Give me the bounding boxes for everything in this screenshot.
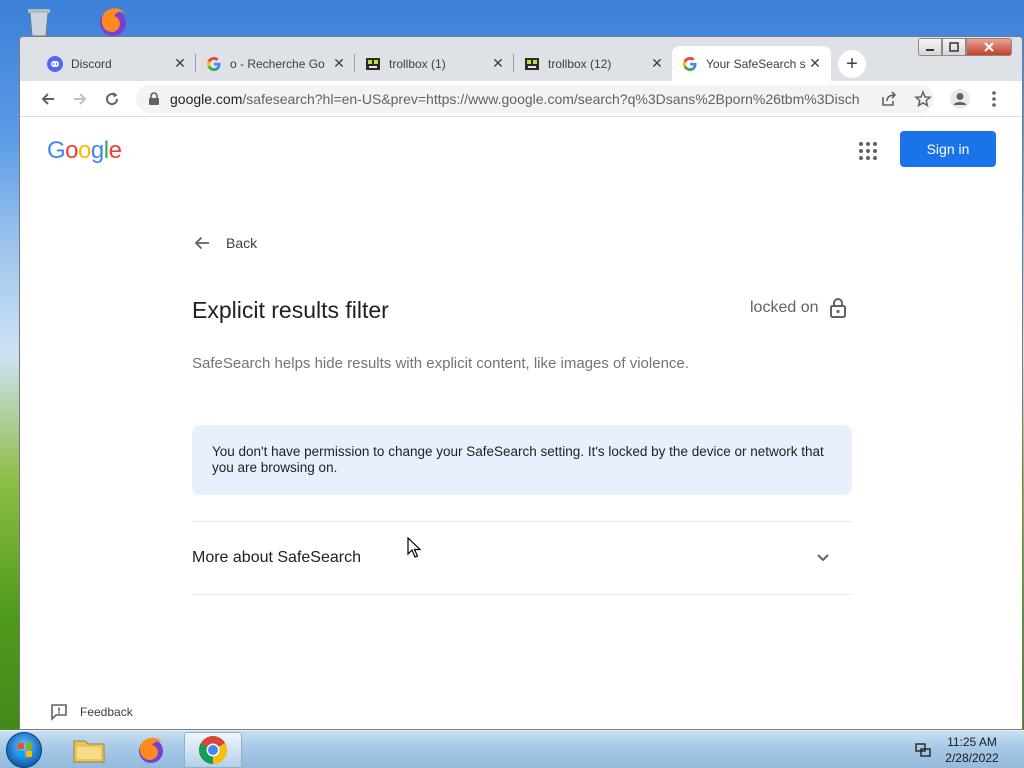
reload-icon — [106, 92, 119, 106]
back-nav-button[interactable] — [36, 87, 60, 111]
windows-logo-icon — [18, 743, 32, 757]
sign-in-button[interactable]: Sign in — [900, 131, 996, 167]
feedback-icon — [51, 704, 67, 721]
tab-title: Discord — [71, 56, 112, 71]
arrow-right-icon — [74, 93, 87, 105]
network-icon[interactable] — [914, 741, 932, 759]
more-about-safesearch[interactable]: More about SafeSearch — [192, 549, 361, 567]
reload-button[interactable] — [100, 87, 124, 111]
start-button[interactable] — [6, 732, 42, 768]
permission-notice: You don't have permission to change your… — [192, 425, 852, 495]
tab-trollbox-12[interactable]: trollbox (12) ✕ — [514, 46, 673, 81]
firefox-icon — [139, 737, 163, 763]
tab-title: Your SafeSearch s — [706, 56, 806, 71]
minimize-button[interactable] — [918, 38, 942, 56]
tab-safesearch[interactable]: Your SafeSearch s ✕ — [672, 46, 831, 81]
forward-nav-button[interactable] — [68, 87, 92, 111]
system-clock[interactable]: 11:25 AM 2/28/2022 — [936, 734, 1008, 766]
feedback-label: Feedback — [80, 705, 133, 719]
taskbar: 11:25 AM 2/28/2022 — [0, 730, 1024, 768]
arrow-left-icon — [194, 236, 209, 250]
back-link[interactable]: Back — [192, 233, 257, 253]
browser-menu-button[interactable] — [982, 87, 1006, 111]
recycle-bin-icon[interactable] — [22, 4, 56, 38]
close-tab-icon[interactable]: ✕ — [807, 55, 823, 72]
folder-icon — [73, 740, 105, 763]
url-host: google.com — [170, 91, 243, 107]
close-tab-icon[interactable]: ✕ — [490, 55, 506, 72]
locked-label: locked on — [750, 299, 819, 316]
google-g-icon — [206, 56, 222, 72]
google-logo[interactable]: Google — [47, 137, 122, 165]
trollbox-icon — [524, 56, 540, 72]
browser-toolbar: google.com/safesearch?hl=en-US&prev=http… — [20, 81, 1022, 117]
tab-strip: Discord ✕ o - Recherche Go ✕ trollbox (1… — [20, 37, 1022, 81]
lock-icon — [149, 92, 159, 105]
maximize-button[interactable] — [942, 38, 966, 56]
trollbox-icon — [365, 56, 381, 72]
tab-trollbox-1[interactable]: trollbox (1) ✕ — [355, 46, 514, 81]
google-g-icon — [682, 56, 698, 72]
apps-grid-icon[interactable] — [856, 139, 880, 163]
close-tab-icon[interactable]: ✕ — [172, 55, 188, 72]
taskbar-firefox[interactable] — [122, 732, 180, 768]
chevron-down-icon[interactable] — [813, 547, 833, 567]
page-title: Explicit results filter — [192, 297, 389, 323]
taskbar-chrome[interactable] — [184, 732, 242, 768]
mouse-cursor-icon — [407, 537, 421, 558]
url-text: google.com/safesearch?hl=en-US&prev=http… — [170, 91, 860, 107]
divider — [192, 521, 852, 522]
tab-recherche[interactable]: o - Recherche Go ✕ — [196, 46, 355, 81]
profile-button[interactable] — [948, 87, 972, 111]
address-bar[interactable]: google.com/safesearch?hl=en-US&prev=http… — [136, 85, 934, 113]
feedback-link[interactable]: Feedback — [50, 703, 133, 721]
clock-time: 11:25 AM — [947, 735, 997, 749]
browser-window: Discord ✕ o - Recherche Go ✕ trollbox (1… — [19, 36, 1023, 730]
close-tab-icon[interactable]: ✕ — [649, 55, 665, 72]
padlock-icon — [829, 298, 846, 318]
safesearch-status: locked on — [750, 297, 847, 319]
close-window-button[interactable] — [966, 38, 1012, 56]
bookmark-star-icon[interactable] — [914, 90, 932, 108]
profile-avatar-icon — [950, 89, 970, 109]
kebab-menu-icon — [992, 91, 996, 107]
clock-date: 2/28/2022 — [945, 751, 999, 765]
new-tab-button[interactable]: + — [838, 50, 866, 78]
url-path: /safesearch?hl=en-US&prev=https://www.go… — [242, 91, 860, 107]
page-content: Google Sign in Back Explicit results fil… — [20, 117, 1022, 729]
window-controls — [918, 38, 1012, 58]
tab-title: trollbox (1) — [389, 56, 446, 71]
arrow-left-icon — [41, 93, 54, 105]
tab-title: o - Recherche Go — [230, 56, 325, 71]
chrome-icon — [199, 736, 227, 764]
share-icon[interactable] — [880, 90, 898, 108]
close-tab-icon[interactable]: ✕ — [331, 55, 347, 72]
back-label: Back — [226, 235, 258, 251]
tab-title: trollbox (12) — [548, 56, 612, 71]
tab-discord[interactable]: Discord ✕ — [37, 46, 196, 81]
divider — [192, 594, 852, 595]
firefox-desktop-icon[interactable] — [96, 4, 130, 38]
safesearch-description: SafeSearch helps hide results with expli… — [192, 355, 689, 372]
discord-icon — [47, 55, 63, 72]
taskbar-explorer[interactable] — [60, 732, 118, 768]
